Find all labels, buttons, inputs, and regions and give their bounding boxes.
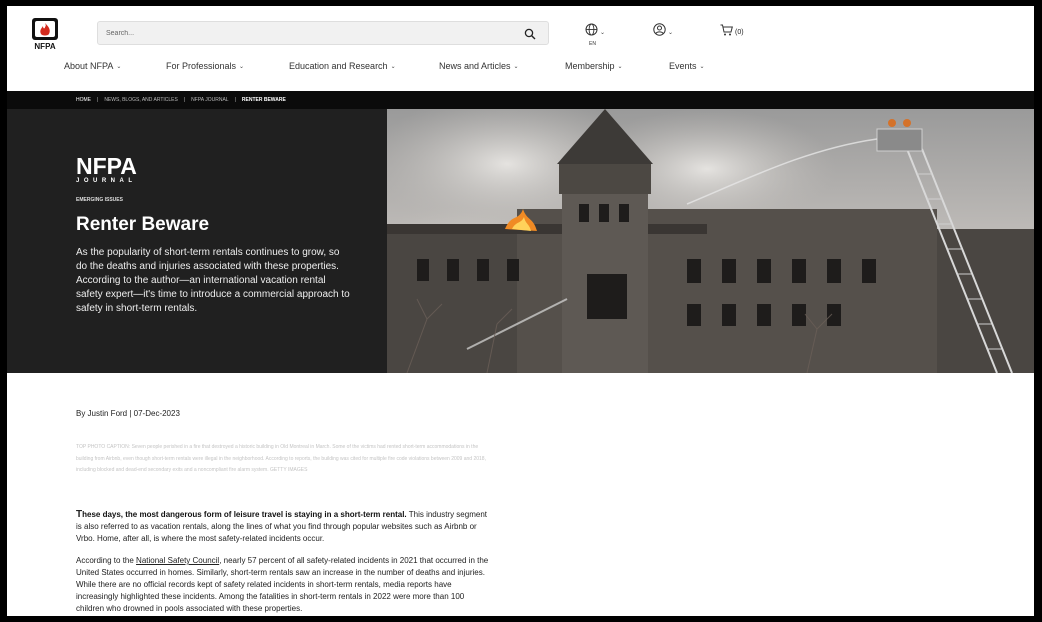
search-icon[interactable] — [524, 27, 536, 40]
breadcrumb-journal[interactable]: NFPA JOURNAL — [191, 97, 228, 103]
globe-icon — [585, 23, 598, 41]
national-safety-council-link[interactable]: National Safety Council — [136, 556, 219, 565]
journal-logo-top: NFPA — [76, 153, 137, 179]
breadcrumb-current: RENTER BEWARE — [241, 97, 286, 103]
chevron-down-icon: ⌄ — [239, 63, 245, 70]
cart-icon — [720, 23, 733, 41]
nav-education-research[interactable]: Education and Research ⌄ — [289, 61, 396, 71]
breadcrumb-home[interactable]: HOME — [76, 97, 91, 103]
hero-panel: NFPA JOURNAL EMERGING ISSUES Renter Bewa… — [7, 109, 387, 373]
breadcrumb: HOME | NEWS, BLOGS, AND ARTICLES | NFPA … — [7, 91, 1034, 109]
photo-caption: TOP PHOTO CAPTION: Seven people perished… — [76, 444, 486, 473]
lead-sentence: hese days, the most dangerous form of le… — [82, 510, 407, 519]
chevron-down-icon: ⌄ — [390, 63, 396, 70]
language-selector[interactable]: ⌄ — [585, 23, 606, 41]
search-input[interactable] — [106, 28, 506, 39]
nav-label: For Professionals — [166, 61, 237, 71]
nav-label: Events — [669, 61, 697, 71]
account-menu[interactable]: ⌄ — [653, 23, 674, 41]
chevron-down-icon: ⌄ — [699, 63, 705, 70]
journal-logo-bottom: JOURNAL — [76, 178, 137, 184]
byline: By Justin Ford | 07-Dec-2023 — [76, 409, 180, 418]
nav-news-articles[interactable]: News and Articles ⌄ — [439, 61, 519, 71]
article-category: EMERGING ISSUES — [76, 197, 123, 203]
cart-count: (0) — [735, 28, 744, 36]
nav-for-professionals[interactable]: For Professionals ⌄ — [166, 61, 244, 71]
breadcrumb-separator: | — [183, 97, 186, 103]
nav-label: News and Articles — [439, 61, 511, 71]
nav-events[interactable]: Events ⌄ — [669, 61, 705, 71]
nav-label: Membership — [565, 61, 615, 71]
article-paragraph-1: These days, the most dangerous form of l… — [76, 509, 491, 545]
search-bar — [97, 21, 549, 45]
nav-membership[interactable]: Membership ⌄ — [565, 61, 623, 71]
breadcrumb-separator: | — [97, 97, 99, 103]
paragraph-text: According to the — [76, 556, 137, 565]
page: NFPA ⌄ EN ⌄ (0) About NFPA⌄ For Professi… — [7, 6, 1034, 616]
breadcrumb-separator: | — [234, 97, 236, 103]
language-code: EN — [589, 41, 596, 47]
article-paragraph-2: According to the National Safety Council… — [76, 555, 491, 615]
hero-photo — [357, 94, 1034, 374]
page-title: Renter Beware — [76, 214, 210, 235]
nfpa-logo[interactable]: NFPA — [30, 17, 60, 51]
nav-about-nfpa[interactable]: About NFPA ⌄ — [64, 61, 121, 71]
logo-text: NFPA — [34, 42, 55, 51]
nav-label: About NFPA — [64, 61, 114, 71]
chevron-down-icon: ⌄ — [617, 63, 623, 70]
article-deck: As the popularity of short-term rentals … — [76, 247, 350, 314]
nav-label: Education and Research — [289, 61, 388, 71]
nfpa-journal-logo: NFPA JOURNAL — [76, 153, 137, 185]
cart-button[interactable]: (0) — [720, 23, 744, 41]
chevron-down-icon: ⌄ — [600, 29, 606, 36]
chevron-down-icon: ⌄ — [668, 29, 674, 36]
chevron-down-icon: ⌄ — [116, 63, 122, 70]
user-icon — [653, 23, 666, 41]
chevron-down-icon: ⌄ — [513, 63, 519, 70]
breadcrumb-news[interactable]: NEWS, BLOGS, AND ARTICLES — [104, 97, 178, 103]
